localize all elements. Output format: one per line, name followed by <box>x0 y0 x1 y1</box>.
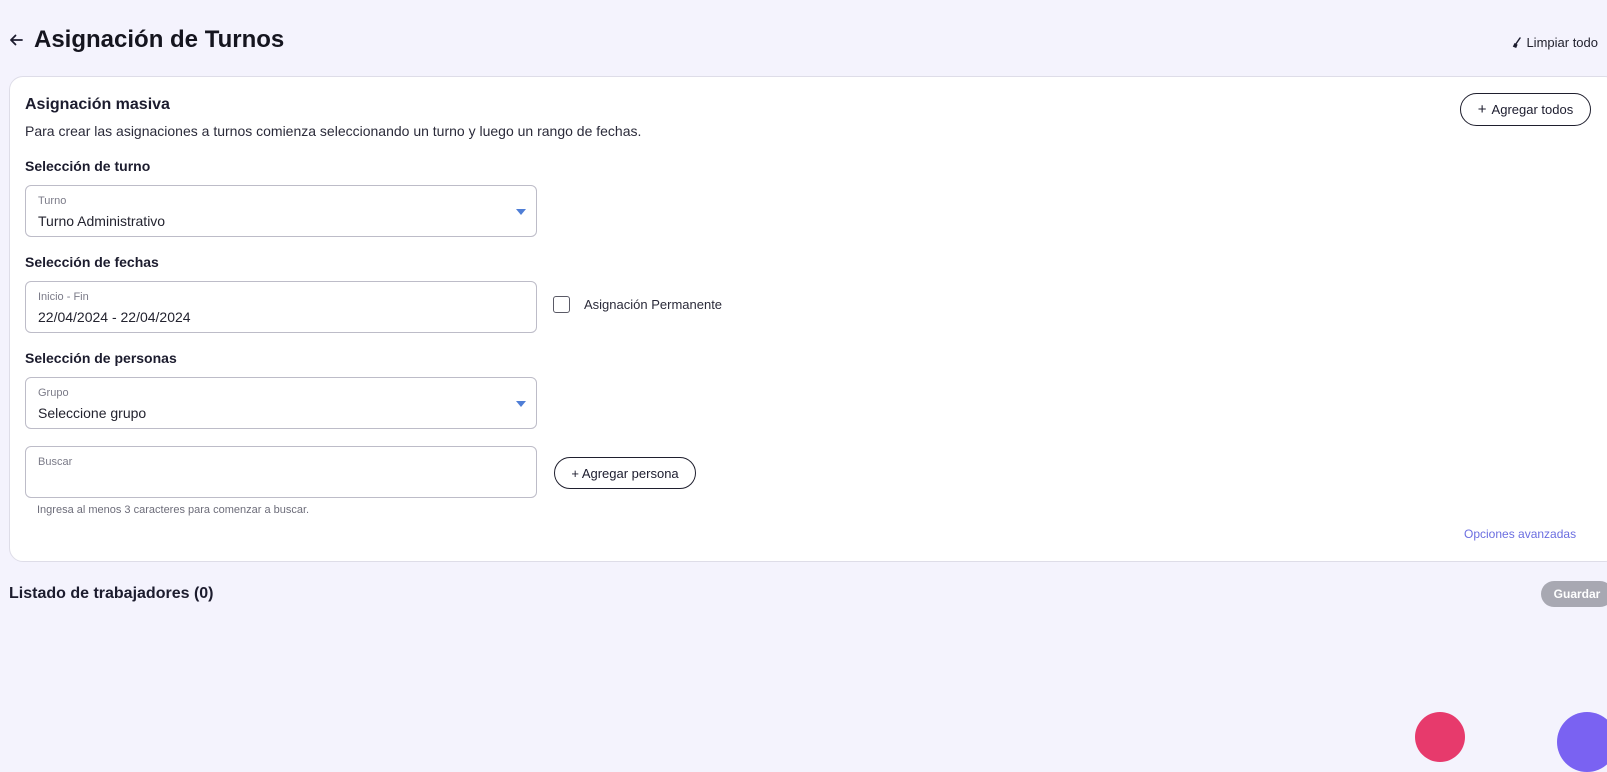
add-all-button[interactable]: + Agregar todos <box>1460 93 1591 126</box>
bulk-assignment-description: Para crear las asignaciones a turnos com… <box>25 123 642 139</box>
group-select[interactable]: Grupo Seleccione grupo <box>25 377 537 429</box>
permanent-assignment-label: Asignación Permanente <box>584 297 723 312</box>
add-person-button[interactable]: + Agregar persona <box>554 457 696 489</box>
date-range-field-label: Inicio - Fin <box>38 291 89 303</box>
group-field-label: Grupo <box>38 387 69 399</box>
broom-icon <box>1513 36 1522 48</box>
shift-select[interactable]: Turno Turno Administrativo <box>25 185 537 237</box>
advanced-options-link[interactable]: Opciones avanzadas <box>1464 527 1576 541</box>
clear-all-button[interactable]: Limpiar todo <box>1512 35 1598 50</box>
date-range-value: 22/04/2024 - 22/04/2024 <box>38 309 191 325</box>
add-all-label: Agregar todos <box>1491 102 1574 117</box>
search-field-label: Buscar <box>38 456 73 468</box>
shift-section-label: Selección de turno <box>25 158 151 174</box>
people-section-label: Selección de personas <box>25 350 177 366</box>
plus-icon: + <box>1477 101 1487 118</box>
group-selected-value: Seleccione grupo <box>38 405 147 421</box>
save-button[interactable]: Guardar <box>1541 581 1607 607</box>
back-arrow-icon[interactable] <box>7 31 25 49</box>
search-person-field[interactable]: Buscar <box>25 446 537 498</box>
page-title: Asignación de Turnos <box>34 26 285 53</box>
search-hint-text: Ingresa al menos 3 caracteres para comen… <box>37 504 310 516</box>
dates-section-label: Selección de fechas <box>25 254 159 270</box>
clear-all-label: Limpiar todo <box>1526 35 1598 50</box>
shift-field-label: Turno <box>38 195 67 207</box>
dropdown-caret-icon <box>516 401 526 407</box>
dropdown-caret-icon <box>516 209 526 215</box>
floating-action-button-red[interactable] <box>1415 712 1465 762</box>
workers-list-title: Listado de trabajadores (0) <box>9 585 214 602</box>
permanent-assignment-checkbox[interactable] <box>553 296 570 313</box>
bulk-assignment-title: Asignación masiva <box>25 96 170 113</box>
date-range-field[interactable]: Inicio - Fin 22/04/2024 - 22/04/2024 <box>25 281 537 333</box>
shift-selected-value: Turno Administrativo <box>38 213 166 229</box>
floating-chat-button[interactable] <box>1557 712 1607 772</box>
